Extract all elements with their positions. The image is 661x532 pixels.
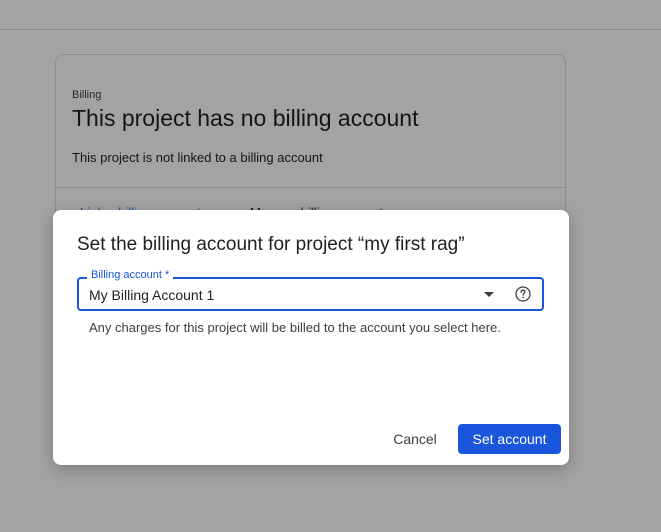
set-account-button[interactable]: Set account [458,424,561,454]
billing-account-select[interactable]: Billing account * My Billing Account 1 [77,269,544,311]
dialog-title: Set the billing account for project “my … [77,234,465,255]
cancel-button[interactable]: Cancel [381,424,449,454]
billing-account-value: My Billing Account 1 [89,287,215,303]
helper-text: Any charges for this project will be bil… [89,320,501,335]
billing-account-label: Billing account * [87,269,174,281]
help-circle-icon[interactable] [515,286,531,302]
billing-account-dialog: Set the billing account for project “my … [53,210,569,465]
arrow-drop-down-icon[interactable] [484,292,494,297]
